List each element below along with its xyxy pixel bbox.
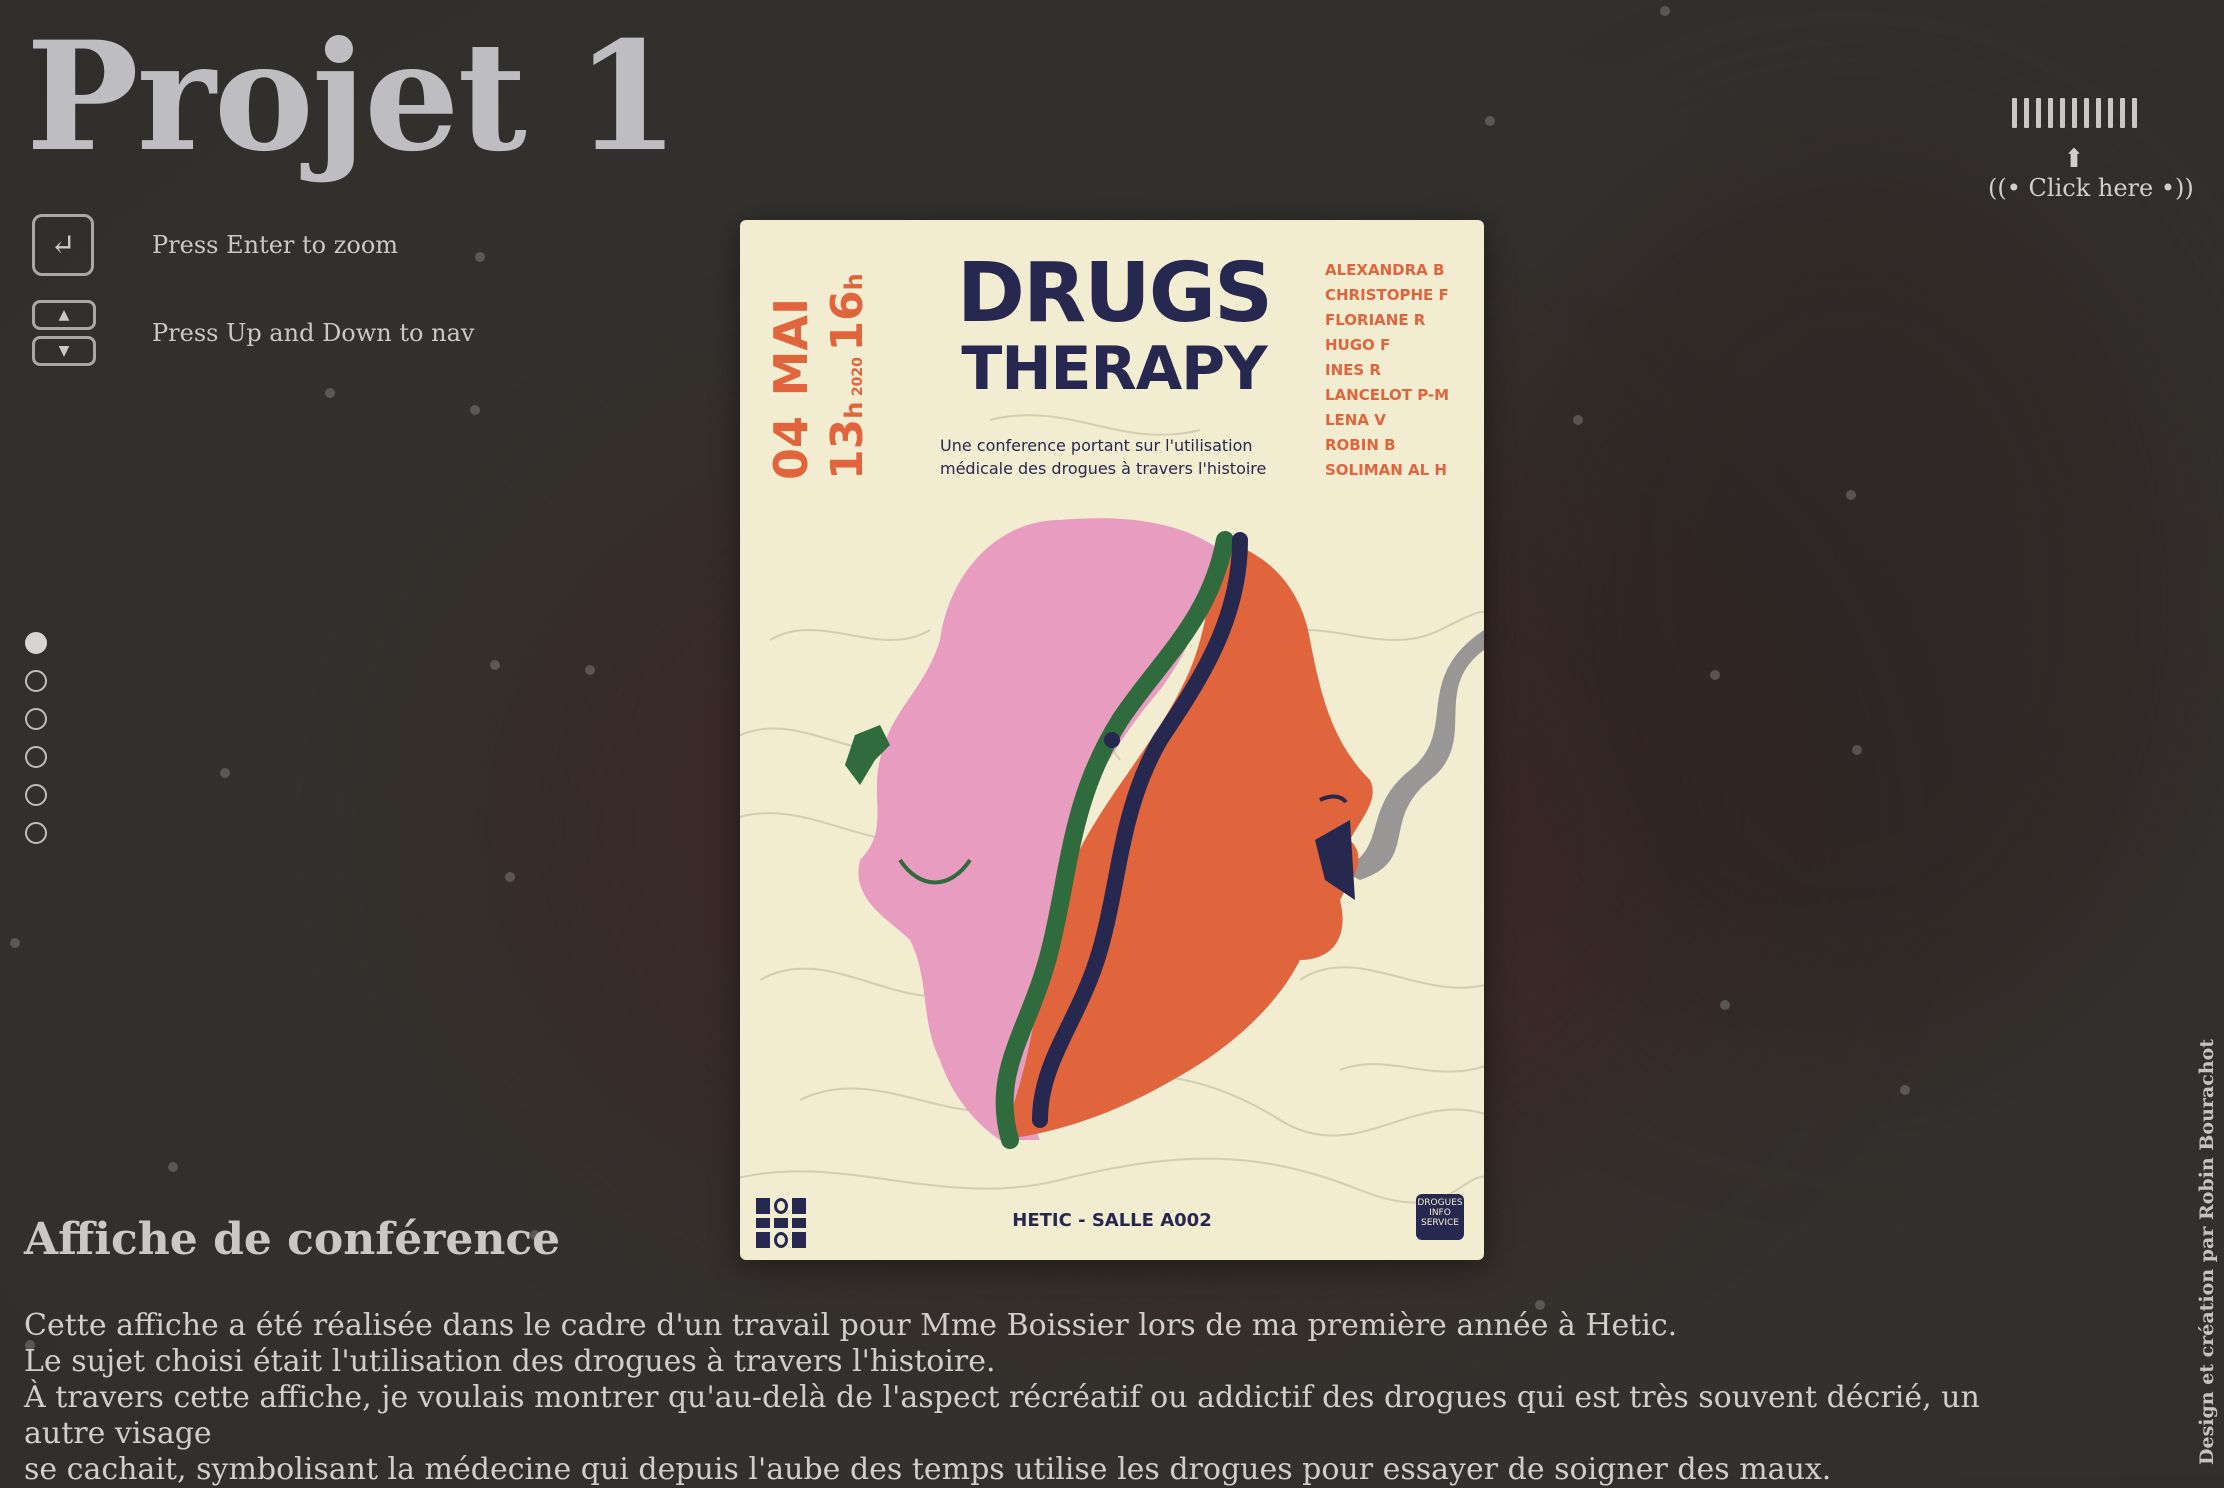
poster-time-unit: h (840, 401, 868, 419)
poster-date-month: MAI (764, 297, 818, 397)
poster-title-line1: DRUGS (956, 246, 1273, 341)
poster-names: ALEXANDRA B CHRISTOPHE F FLORIANE R HUGO… (1325, 258, 1449, 483)
click-here-text: Click here (2028, 174, 2154, 202)
background-speck (585, 665, 595, 675)
poster-year: 2020 (850, 357, 866, 397)
pagination-dot[interactable] (25, 822, 47, 844)
badge-line: SERVICE (1421, 1218, 1459, 1228)
background-speck (10, 938, 20, 948)
enter-key-icon: ↵ (32, 214, 94, 276)
drogues-info-service-logo: DROGUES INFO SERVICE (1416, 1194, 1464, 1240)
poster-venue: HETIC - SALLE A002 (1012, 1210, 1212, 1231)
poster-time-end: 16 (822, 290, 873, 352)
poster-tagline-line2: médicale des drogues à travers l'histoir… (940, 459, 1267, 478)
pagination-dot[interactable] (25, 670, 47, 692)
poster-time-unit: h (840, 273, 868, 291)
project-description: Cette affiche a été réalisée dans le cad… (24, 1308, 2064, 1488)
arrow-up-icon: ⬆ (2063, 144, 2085, 174)
smoke-shape (1340, 630, 1484, 880)
background-speck (505, 872, 515, 882)
pagination-dot[interactable] (25, 632, 47, 654)
background-speck (168, 1162, 178, 1172)
pagination-dot[interactable] (25, 784, 47, 806)
sound-left-icon: ((• (1988, 174, 2021, 202)
background-speck (1710, 670, 1720, 680)
badge-line: INFO (1429, 1208, 1451, 1218)
description-line: Le sujet choisi était l'utilisation des … (24, 1344, 996, 1379)
poster-name: SOLIMAN AL H (1325, 461, 1447, 479)
pagination-dots (25, 632, 47, 844)
zoom-hint: ↵ Press Enter to zoom (32, 214, 398, 276)
nav-hint: ▲ ▼ Press Up and Down to nav (32, 300, 474, 366)
description-line: se cachait, symbolisant la médecine qui … (24, 1452, 1832, 1487)
poster-date: 04 MAI (764, 298, 818, 480)
poster-name: HUGO F (1325, 336, 1391, 354)
up-down-keys-icon: ▲ ▼ (32, 300, 96, 366)
background-glow (1500, 150, 2200, 1050)
page-title: Projet 1 (26, 9, 679, 185)
pagination-dot[interactable] (25, 746, 47, 768)
poster-name: ALEXANDRA B (1325, 261, 1445, 279)
poster-name: ROBIN B (1325, 436, 1396, 454)
badge-line: DROGUES (1417, 1198, 1463, 1208)
background-speck (1846, 490, 1856, 500)
poster-title: DRUGS THERAPY (938, 246, 1290, 404)
poster-tagline-line1: Une conference portant sur l'utilisation (940, 436, 1253, 455)
background-speck (1660, 6, 1670, 16)
poster-date-day: 04 (764, 415, 818, 480)
sound-toggle-label[interactable]: ((• Click here •)) (1988, 174, 2194, 202)
background-speck (470, 405, 480, 415)
sound-bars-icon (1988, 96, 2160, 128)
poster-time: 13h 2020 16h (822, 273, 873, 480)
poster-time-start: 13 (822, 418, 873, 480)
down-key-icon: ▼ (32, 336, 96, 366)
background-speck (1900, 1085, 1910, 1095)
poster-name: CHRISTOPHE F (1325, 286, 1449, 304)
sound-right-icon: •)) (2160, 174, 2194, 202)
sound-toggle[interactable]: ⬆ ((• Click here •)) (1988, 96, 2194, 202)
poster-name: FLORIANE R (1325, 311, 1426, 329)
description-line: À travers cette affiche, je voulais mont… (24, 1380, 1980, 1451)
zoom-hint-label: Press Enter to zoom (152, 231, 399, 259)
design-credit: Design et création par Robin Bourachot (2196, 1038, 2218, 1465)
background-speck (1485, 116, 1495, 126)
project-subtitle: Affiche de conférence (24, 1214, 561, 1265)
background-speck (1573, 415, 1583, 425)
poster-title-line2: THERAPY (961, 334, 1267, 404)
up-key-icon: ▲ (32, 300, 96, 330)
background-speck (490, 660, 500, 670)
poster-image[interactable]: 04 MAI 13h 2020 16h DRUGS THERAPY Une co… (740, 220, 1484, 1260)
poster-name: INES R (1325, 361, 1381, 379)
background-speck (1720, 1000, 1730, 1010)
background-speck (325, 388, 335, 398)
poster-name: LANCELOT P-M (1325, 386, 1450, 404)
pagination-dot[interactable] (25, 708, 47, 730)
background-speck (1852, 745, 1862, 755)
nav-hint-label: Press Up and Down to nav (152, 319, 475, 347)
background-speck (475, 252, 485, 262)
description-line: Cette affiche a été réalisée dans le cad… (24, 1308, 1678, 1343)
background-speck (220, 768, 230, 778)
poster-name: LENA V (1325, 411, 1386, 429)
poster-tagline: Une conference portant sur l'utilisation… (940, 434, 1300, 480)
eye-dot (1104, 732, 1120, 748)
